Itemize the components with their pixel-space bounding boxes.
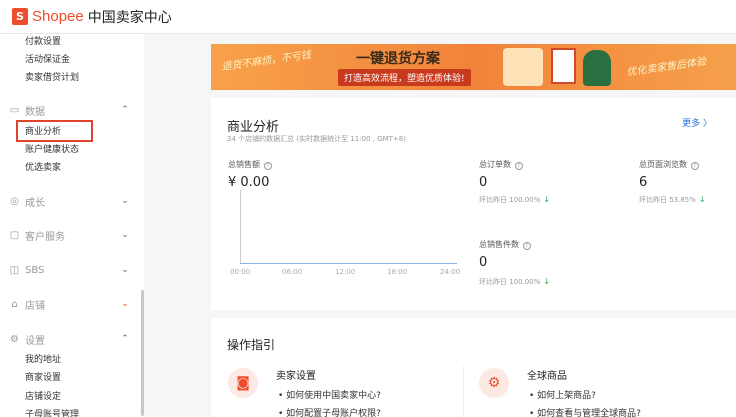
chart-tick: 24:00: [440, 268, 461, 276]
sidebar-group-label: 店铺: [25, 300, 45, 312]
metric-label-page-views: 总页面浏览数?: [639, 159, 699, 170]
chevron-up-icon: ⌃: [121, 334, 129, 344]
sidebar-group-growth[interactable]: ◎ 成长 ⌄: [0, 192, 140, 210]
shopee-logo-text[interactable]: Shopee: [32, 8, 84, 25]
chart-tick: 00:00: [230, 268, 251, 276]
metric-value-total-sales: ¥ 0.00: [228, 175, 270, 190]
card-title: 商业分析: [227, 120, 280, 135]
sidebar-item-seller-loan[interactable]: 卖家借贷计划: [25, 70, 79, 83]
guide-head-global-products: 全球商品: [527, 371, 567, 382]
guide-link-manage-global-products[interactable]: • 如何查看与管理全球商品?: [529, 406, 641, 417]
sidebar-item-account-health[interactable]: 账户健康状态: [25, 142, 79, 155]
card-title: 操作指引: [227, 338, 276, 352]
chevron-down-icon: ⌄: [121, 230, 129, 240]
metric-label-total-orders: 总订单数?: [479, 159, 523, 170]
sidebar-group-shop[interactable]: ⌂ 店铺 ⌄: [0, 295, 140, 313]
help-icon[interactable]: ?: [264, 162, 272, 170]
sidebar-item-shop-settings[interactable]: 店铺设定: [25, 389, 61, 402]
arrow-down-icon: ↓: [543, 195, 551, 204]
metric-value-total-orders: 0: [479, 175, 488, 190]
sidebar-item-preferred-seller[interactable]: 优选卖家: [25, 160, 61, 173]
sidebar-item-payment-settings[interactable]: 付款设置: [25, 34, 61, 47]
top-bar: S Shopee 中国卖家中心: [0, 0, 736, 34]
guide-link-list-products[interactable]: • 如何上架商品?: [529, 388, 596, 401]
chart-tick: 06:00: [282, 268, 303, 276]
sales-chart-axis: [240, 190, 241, 264]
sidebar-group-settings[interactable]: ⚙ 设置 ⌃: [0, 330, 140, 348]
help-icon[interactable]: ?: [523, 242, 531, 250]
sidebar-item-deposit[interactable]: 活动保证金: [25, 52, 70, 65]
banner-title: 一键退货方案: [356, 51, 440, 67]
sidebar-group-data[interactable]: ▭ 数据 ⌃: [0, 101, 140, 119]
sidebar-item-my-address[interactable]: 我的地址: [25, 352, 61, 365]
sidebar-group-label: 成长: [25, 197, 45, 209]
metric-label-total-sales: 总销售额?: [228, 159, 272, 170]
banner-illustration-clipboard: [551, 48, 576, 84]
sidebar-group-sbs[interactable]: ◫ SBS ⌄: [0, 261, 140, 279]
shop-icon: ⌂: [11, 298, 18, 310]
sidebar-item-business-analysis[interactable]: 商业分析: [25, 124, 61, 137]
more-link[interactable]: 更多 〉: [682, 116, 712, 129]
chart-tick: 18:00: [387, 268, 408, 276]
seller-center-title: 中国卖家中心: [87, 9, 172, 26]
shopping-bag-icon: ◙: [228, 368, 258, 398]
sidebar-item-merchant-settings[interactable]: 商家设置: [25, 370, 61, 383]
sidebar-item-sub-account[interactable]: 子母账号管理: [25, 407, 79, 417]
help-icon[interactable]: ?: [515, 162, 523, 170]
metric-value-items-sold: 0: [479, 255, 488, 270]
guide-head-seller-settings: 卖家设置: [276, 371, 316, 382]
shopee-bag-icon[interactable]: S: [12, 8, 28, 25]
chevron-up-icon: ⌃: [121, 105, 129, 115]
guide-link-use-seller-center[interactable]: • 如何使用中国卖家中心?: [278, 388, 381, 401]
metric-compare-orders: 环比昨日 100.00% ↓: [479, 195, 551, 204]
sidebar-group-label: SBS: [25, 264, 45, 276]
chevron-down-icon: ⌄: [121, 265, 129, 275]
sidebar-group-customer-service[interactable]: ▢ 客户服务 ⌄: [0, 226, 140, 244]
guide-link-sub-account-permissions[interactable]: • 如何配置子母账户权限?: [278, 406, 381, 417]
guide-divider: [463, 366, 464, 417]
metric-compare-views: 环比昨日 53.85% ↓: [639, 195, 706, 204]
metric-compare-items: 环比昨日 100.00% ↓: [479, 277, 551, 286]
sidebar-scrollbar[interactable]: [141, 290, 144, 416]
sidebar-group-label: 设置: [25, 335, 45, 347]
chart-tick: 12:00: [335, 268, 356, 276]
banner-subtitle: 打造高效流程，塑造优质体验!: [338, 69, 471, 86]
banner-illustration-figure: [583, 50, 611, 86]
banner-right-slogan: 优化卖家售后体验: [625, 56, 707, 79]
arrow-down-icon: ↓: [543, 277, 551, 286]
sbs-icon: ◫: [9, 264, 20, 276]
arrow-down-icon: ↓: [698, 195, 706, 204]
operation-guide-card: 操作指引 ◙ 卖家设置 • 如何使用中国卖家中心? • 如何配置子母账户权限? …: [211, 318, 736, 417]
sidebar: 付款设置 活动保证金 卖家借贷计划 ▭ 数据 ⌃ 商业分析 账户健康状态 优选卖…: [0, 34, 144, 417]
metric-value-page-views: 6: [639, 175, 648, 190]
sidebar-group-label: 数据: [25, 106, 45, 118]
gear-icon: ⚙: [479, 368, 509, 398]
gear-icon: ⚙: [10, 333, 19, 345]
sidebar-group-label: 客户服务: [25, 231, 65, 243]
customer-service-icon: ▢: [9, 229, 20, 241]
banner-illustration-person: [503, 48, 543, 86]
card-subtitle: 34 个店铺的数据汇总 (实时数据统计至 11:00 , GMT+8): [227, 135, 406, 143]
metric-label-items-sold: 总销售件数?: [479, 239, 531, 250]
promo-banner[interactable]: 退货不麻烦，不亏钱 一键退货方案 打造高效流程，塑造优质体验! 优化卖家售后体验: [211, 44, 736, 90]
chart-icon: ▭: [9, 104, 20, 116]
chevron-down-icon: ⌄: [121, 299, 129, 309]
chevron-down-icon: ⌄: [121, 196, 129, 206]
sales-chart-line: [240, 263, 457, 264]
help-icon[interactable]: ?: [691, 162, 699, 170]
banner-left-slogan: 退货不麻烦，不亏钱: [220, 49, 312, 74]
growth-icon: ◎: [10, 195, 19, 207]
